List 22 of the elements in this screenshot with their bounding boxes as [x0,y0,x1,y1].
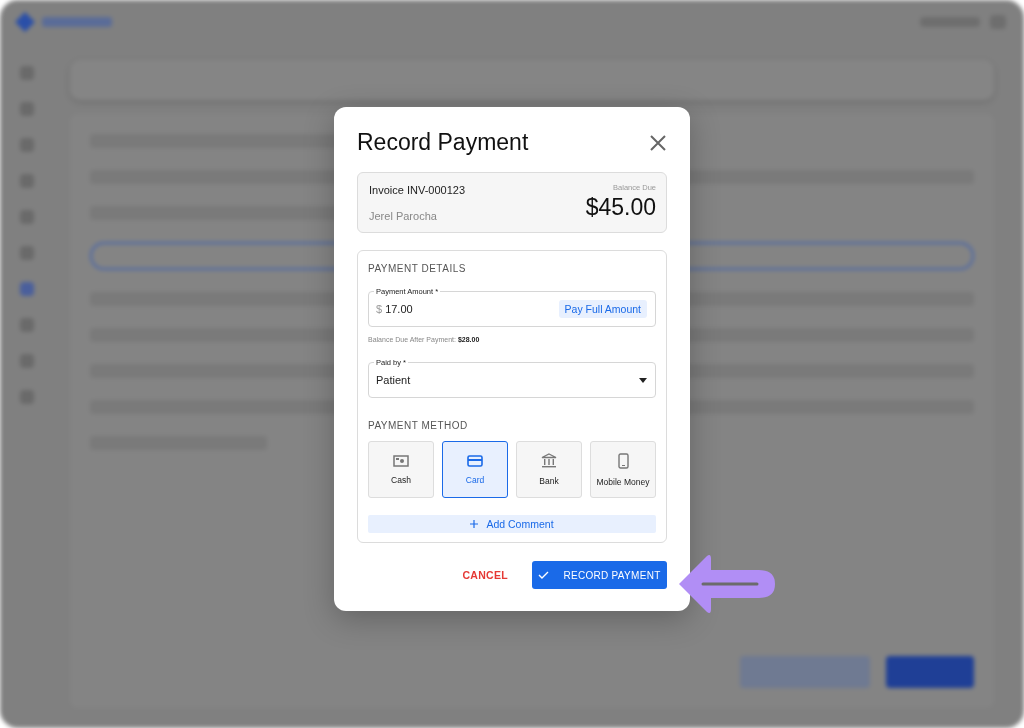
dialog-title: Record Payment [357,129,529,156]
payment-method-option[interactable]: Mobile Money [590,441,656,498]
credit-card-icon [467,454,483,467]
payment-method-option[interactable]: Bank [516,441,582,498]
patient-name: Jerel Parocha [369,210,438,222]
record-payment-button[interactable]: RECORD PAYMENT [532,561,667,589]
close-icon [649,133,667,152]
section-heading: PAYMENT METHOD [368,420,469,431]
section-heading: PAYMENT DETAILS [368,263,467,274]
add-comment-button[interactable]: Add Comment [368,515,656,533]
banknote-icon [393,454,409,467]
bank-icon [541,453,557,468]
plus-icon [470,520,479,528]
mobile-phone-icon [617,452,629,469]
invoice-number: Invoice INV-000123 [369,184,465,196]
payment-method-option[interactable]: Cash [368,441,434,498]
payment-method-option[interactable]: Card [442,441,508,498]
close-button[interactable] [649,133,667,152]
pay-full-amount-button[interactable]: Pay Full Amount [558,300,647,318]
cancel-button[interactable]: CANCEL [456,568,514,582]
check-icon [538,571,550,579]
balance-amount: $45.00 [585,194,656,221]
